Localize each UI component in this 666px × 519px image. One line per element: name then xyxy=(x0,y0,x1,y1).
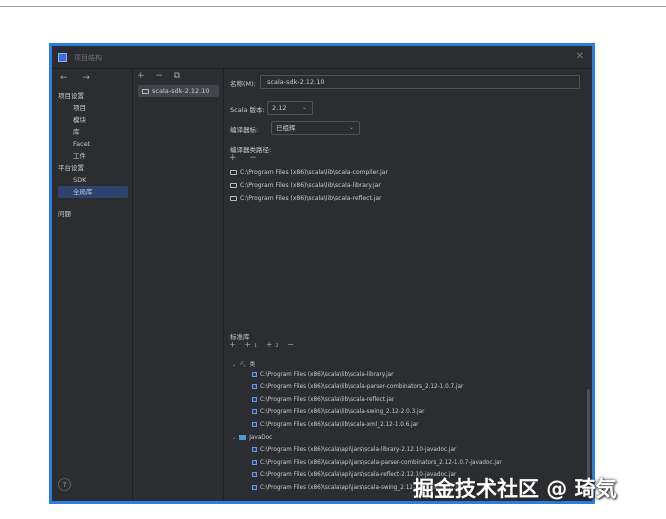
tree-label: 类 xyxy=(249,362,256,368)
jar-icon xyxy=(252,409,257,415)
tree-label: C:\Program Files (x86)\scala\lib\scala-r… xyxy=(260,396,395,403)
nav-item[interactable]: 工件 xyxy=(52,150,130,162)
tree-item-javadoc[interactable]: C:\Program Files (x86)\scala\api\jars\sc… xyxy=(252,447,456,453)
tree-label: C:\Program Files (x86)\scala\lib\scala-x… xyxy=(260,422,419,428)
chevron-down-icon[interactable]: ⌄ xyxy=(232,435,236,441)
folder-icon xyxy=(142,88,149,94)
nav-item[interactable]: 项目设置 xyxy=(52,90,130,102)
compiler-value: 已组辉 xyxy=(276,124,296,132)
compiler-label: 编译器标: xyxy=(230,126,259,134)
chevron-down-icon: ⌄ xyxy=(348,124,354,131)
name-label: 名称(M): xyxy=(230,80,256,88)
nav-item[interactable]: 项目 xyxy=(52,102,130,114)
tree-item-class[interactable]: C:\Program Files (x86)\scala\lib\scala-s… xyxy=(252,409,424,415)
library-details: 名称(M): scala-sdk-2.12.10 Scala 版本: 2.12 … xyxy=(224,69,592,501)
tree-group-javadoc[interactable]: ⌄ JavaDoc xyxy=(232,434,273,441)
tree-item-javadoc[interactable]: C:\Program Files (x86)\scala\api\jars\sc… xyxy=(252,459,502,466)
jar-icon xyxy=(252,459,257,465)
top-divider xyxy=(0,6,666,7)
chevron-down-icon: ⌄ xyxy=(301,104,307,111)
name-field[interactable]: scala-sdk-2.12.10 xyxy=(260,75,580,89)
sdk-list-toolbar[interactable]: + − ⧉ xyxy=(137,71,184,81)
folder-icon xyxy=(230,170,237,175)
jar-icon xyxy=(252,422,257,427)
jar-icon xyxy=(252,447,257,453)
folder-icon xyxy=(239,434,247,440)
watermark: 掘金技术社区 @ 琦気 xyxy=(413,477,617,501)
tree-group-classes[interactable]: ⌄ ⛏ 类 xyxy=(232,359,255,368)
classpath-path: C:\Program Files (x86)\scala\lib\scala-l… xyxy=(240,182,381,189)
nav-item[interactable]: SDK xyxy=(52,174,130,186)
sdk-item-label: scala-sdk-2.12.10 xyxy=(152,87,210,95)
tree-label: JavaDoc xyxy=(249,434,273,441)
classpath-toolbar[interactable]: + − xyxy=(229,153,262,163)
classpath-item[interactable]: C:\Program Files (x86)\scala\lib\scala-r… xyxy=(230,195,382,202)
tree-label: C:\Program Files (x86)\scala\lib\scala-s… xyxy=(260,409,425,416)
tree-item-class[interactable]: C:\Program Files (x86)\scala\lib\scala-x… xyxy=(252,422,419,428)
window-title: 项目结构 xyxy=(74,54,102,62)
classpath-item[interactable]: C:\Program Files (x86)\scala\lib\scala-c… xyxy=(230,169,388,176)
sdk-item-scala[interactable]: scala-sdk-2.12.10 xyxy=(138,85,219,97)
chevron-down-icon[interactable]: ⌄ xyxy=(232,362,236,368)
tree-item-class[interactable]: C:\Program Files (x86)\scala\lib\scala-r… xyxy=(252,396,395,403)
tree-label: C:\Program Files (x86)\scala\lib\scala-l… xyxy=(260,371,394,378)
compiler-select[interactable]: 已组辉 ⌄ xyxy=(271,121,360,135)
standard-library-toolbar[interactable]: + +₁ +₂ − xyxy=(229,340,297,349)
help-icon[interactable]: ? xyxy=(58,478,71,491)
jar-icon xyxy=(252,384,257,390)
project-structure-dialog: 项目结构 ✕ ← → 项目设置 项目 模块库 Facet 工件 平台设置 SDK 全局库 问题 … xyxy=(52,46,592,501)
jar-icon xyxy=(252,371,257,377)
app-icon xyxy=(58,53,67,62)
nav-item[interactable]: 模块 xyxy=(52,114,130,126)
classpath-path: C:\Program Files (x86)\scala\lib\scala-r… xyxy=(240,195,382,202)
folder-icon xyxy=(230,196,237,201)
jar-icon xyxy=(252,472,257,478)
classpath-path: C:\Program Files (x86)\scala\lib\scala-c… xyxy=(240,169,388,176)
title-bar: 项目结构 ✕ xyxy=(52,46,592,69)
folder-icon xyxy=(230,183,237,188)
jar-icon xyxy=(252,396,257,402)
nav-item[interactable]: Facet xyxy=(52,138,130,150)
classes-icon: ⛏ xyxy=(239,362,247,368)
nav-item[interactable]: 平台设置 xyxy=(52,162,130,174)
nav-item[interactable]: 全局库 xyxy=(58,186,128,198)
jar-icon xyxy=(252,485,257,490)
close-icon[interactable]: ✕ xyxy=(576,51,584,62)
tree-item-class[interactable]: C:\Program Files (x86)\scala\lib\scala-l… xyxy=(252,371,394,378)
tree-item-class[interactable]: C:\Program Files (x86)\scala\lib\scala-p… xyxy=(252,384,463,390)
back-forward-icons[interactable]: ← → xyxy=(60,73,96,83)
scala-version-label: Scala 版本: xyxy=(230,106,265,114)
tree-label: C:\Program Files (x86)\scala\lib\scala-p… xyxy=(260,384,464,391)
tree-label: C:\Program Files (x86)\scala\api\jars\sc… xyxy=(260,459,502,466)
nav-item[interactable]: 问题 xyxy=(52,208,130,220)
tree-label: C:\Program Files (x86)\scala\api\jars\sc… xyxy=(260,447,457,454)
scala-version-select[interactable]: 2.12 ⌄ xyxy=(267,101,313,115)
scala-version-value: 2.12 xyxy=(272,104,287,112)
classpath-item[interactable]: C:\Program Files (x86)\scala\lib\scala-l… xyxy=(230,182,381,189)
sdk-list-panel: + − ⧉ scala-sdk-2.12.10 xyxy=(133,69,224,501)
nav-item[interactable]: 库 xyxy=(52,126,130,138)
settings-nav: ← → 项目设置 项目 模块库 Facet 工件 平台设置 SDK 全局库问题 xyxy=(52,69,133,501)
